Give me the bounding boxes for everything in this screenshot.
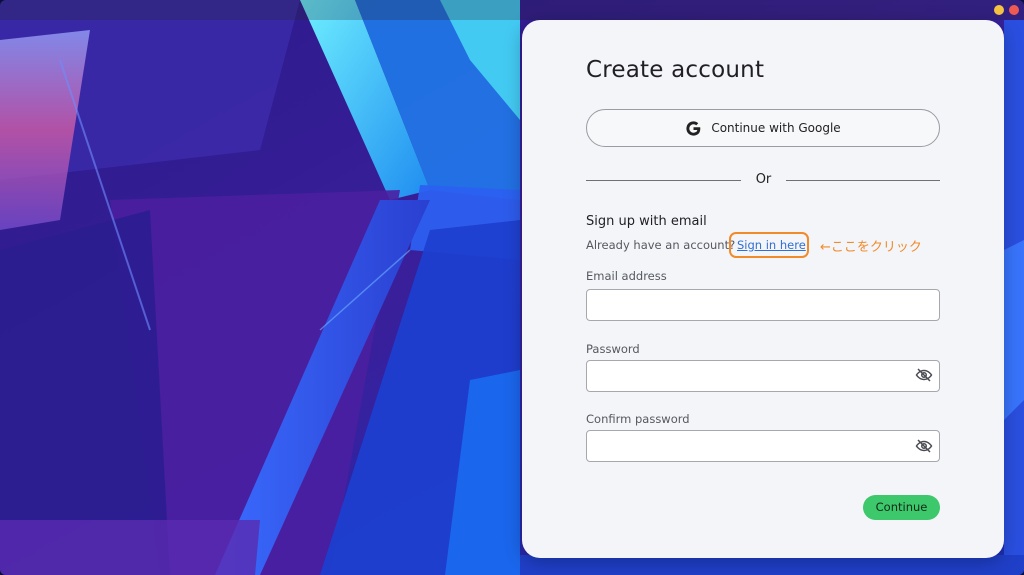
close-button[interactable] — [1009, 5, 1019, 15]
continue-button[interactable]: Continue — [863, 495, 940, 520]
signup-card: Create account Continue with Google Or S… — [522, 20, 1004, 558]
email-signup-heading: Sign up with email — [586, 214, 707, 229]
app-window: Create account Continue with Google Or S… — [0, 0, 1024, 575]
confirm-password-visibility-toggle-icon[interactable] — [915, 437, 933, 455]
password-label: Password — [586, 342, 640, 356]
email-field[interactable] — [586, 289, 940, 321]
email-label: Email address — [586, 269, 667, 283]
google-button-label: Continue with Google — [711, 121, 841, 135]
divider-line-right — [786, 180, 940, 181]
page-title: Create account — [586, 57, 765, 83]
password-visibility-toggle-icon[interactable] — [915, 366, 933, 384]
confirm-password-label: Confirm password — [586, 412, 690, 426]
divider-or-text: Or — [755, 172, 772, 187]
click-here-annotation: ←ここをクリック — [820, 240, 922, 255]
confirm-password-field[interactable] — [586, 430, 940, 462]
google-g-icon — [686, 120, 701, 136]
sign-in-highlight-box — [729, 232, 809, 258]
continue-with-google-button[interactable]: Continue with Google — [586, 109, 940, 147]
minimize-button[interactable] — [994, 5, 1004, 15]
password-field[interactable] — [586, 360, 940, 392]
divider-line-left — [586, 180, 741, 181]
already-have-account-text: Already have an account? — [586, 238, 736, 252]
title-bar — [0, 0, 1024, 20]
